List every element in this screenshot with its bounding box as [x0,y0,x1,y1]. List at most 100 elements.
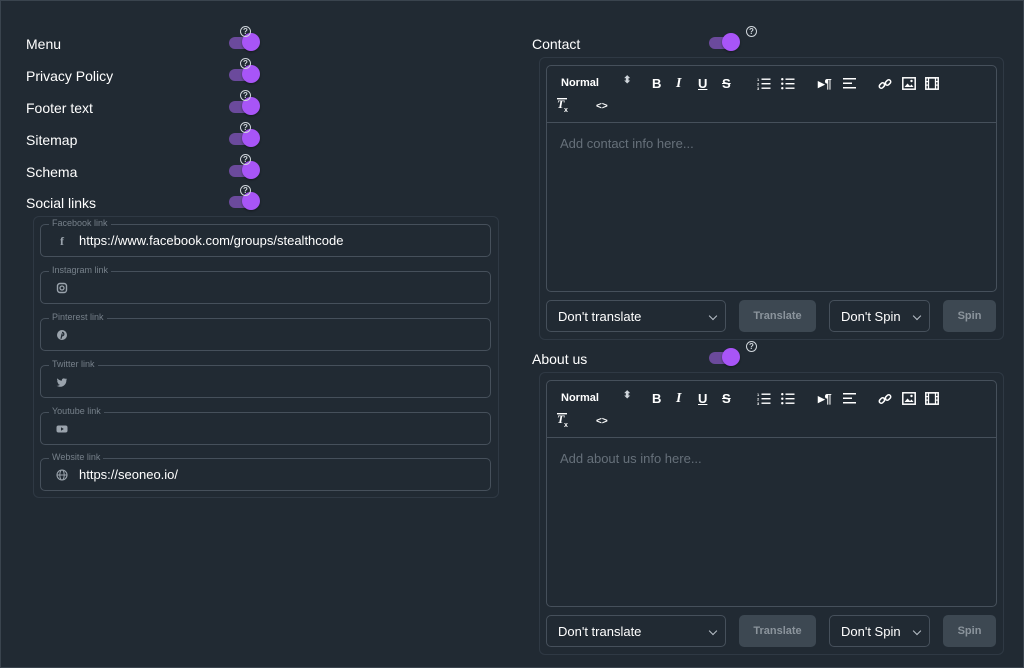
about-us-editor-toolbar: Normal ⬍ B I U S 123 ▸¶ Tx <> [547,381,996,438]
website-link-input[interactable] [79,459,479,490]
about-us-translate-select-value: Don't translate [558,624,642,639]
about-us-label: About us [532,351,588,367]
rtl-glyph: ¶ [824,391,832,406]
schema-label: Schema [26,164,78,180]
chevron-down-icon [912,311,922,321]
social-links-label: Social links [26,195,97,211]
underline-button[interactable]: U [698,391,707,406]
sitemap-label: Sitemap [26,132,78,148]
contact-placeholder: Add contact info here... [560,136,694,151]
instagram-link-field[interactable]: Instagram link [40,265,491,304]
facebook-link-field[interactable]: Facebook link f [40,218,491,257]
align-left-icon[interactable] [843,392,856,408]
contact-label: Contact [532,36,581,52]
about-us-editor[interactable]: Normal ⬍ B I U S 123 ▸¶ Tx <> Add about … [546,380,997,607]
link-icon[interactable] [878,77,892,94]
italic-button[interactable]: I [676,76,681,92]
contact-translate-select[interactable]: Don't translate [546,300,726,332]
help-icon[interactable]: ? [240,26,251,37]
youtube-icon [56,423,68,435]
footer-text-toggle-row: Footer text ? [26,90,260,120]
help-icon[interactable]: ? [240,185,251,196]
website-link-field[interactable]: Website link [40,452,491,491]
globe-icon [56,469,68,481]
pinterest-link-input[interactable] [79,319,479,350]
video-icon[interactable] [925,392,939,408]
chevron-down-icon [708,311,718,321]
italic-button[interactable]: I [676,391,681,407]
code-button[interactable]: <> [596,416,608,427]
youtube-link-field[interactable]: Youtube link [40,406,491,445]
svg-text:x: x [564,422,568,428]
pinterest-link-field[interactable]: Pinterest link [40,312,491,351]
about-us-spin-select-value: Don't Spin [841,624,901,639]
clear-format-icon[interactable]: Tx [557,412,571,431]
contact-spin-select-value: Don't Spin [841,309,901,324]
contact-editor-toolbar: Normal ⬍ B I U S 123 ▸¶ Tx <> [547,66,996,123]
help-icon[interactable]: ? [240,154,251,165]
about-us-spin-select[interactable]: Don't Spin [829,615,930,647]
bold-button[interactable]: B [652,76,661,91]
strike-button[interactable]: S [722,76,731,91]
ordered-list-icon[interactable]: 123 [757,77,771,93]
chevron-down-icon [708,626,718,636]
instagram-icon [56,282,68,294]
svg-text:x: x [564,107,568,113]
instagram-link-input[interactable] [79,272,479,303]
contact-editor[interactable]: Normal ⬍ B I U S 123 ▸¶ Tx <> Add contac… [546,65,997,292]
align-left-icon[interactable] [843,77,856,93]
about-us-placeholder: Add about us info here... [560,451,702,466]
footer-text-label: Footer text [26,100,93,116]
help-icon[interactable]: ? [240,122,251,133]
social-links-toggle-row: Social links ? [26,185,260,215]
help-icon[interactable]: ? [240,58,251,69]
ordered-list-icon[interactable]: 123 [757,392,771,408]
twitter-icon [56,376,68,388]
code-button[interactable]: <> [596,101,608,112]
youtube-link-input[interactable] [79,413,479,444]
toggle-knob [722,33,740,51]
help-icon[interactable]: ? [746,26,757,37]
contact-spin-button[interactable]: Spin [943,300,996,332]
menu-label: Menu [26,36,62,52]
contact-toggle[interactable] [707,32,741,52]
underline-button[interactable]: U [698,76,707,91]
menu-toggle-row: Menu ? [26,26,260,56]
help-icon[interactable]: ? [746,341,757,352]
svg-text:3: 3 [757,401,760,405]
about-us-toggle-row: About us ? [532,341,762,371]
strike-button[interactable]: S [722,391,731,406]
toggle-knob [722,348,740,366]
contact-translate-select-value: Don't translate [558,309,642,324]
bold-button[interactable]: B [652,391,661,406]
about-us-translate-button[interactable]: Translate [739,615,816,647]
contact-translate-button[interactable]: Translate [739,300,816,332]
about-us-translate-select[interactable]: Don't translate [546,615,726,647]
video-icon[interactable] [925,77,939,93]
facebook-link-input[interactable] [79,225,479,256]
twitter-link-input[interactable] [79,366,479,397]
bullet-list-icon[interactable] [781,392,795,408]
privacy-policy-toggle-row: Privacy Policy ? [26,58,260,88]
pinterest-icon [56,329,68,341]
rtl-icon[interactable]: ▸¶ [818,391,832,407]
about-us-toggle[interactable] [707,347,741,367]
bullet-list-icon[interactable] [781,77,795,93]
contact-toggle-row: Contact ? [532,26,762,56]
image-icon[interactable] [902,392,916,408]
privacy-policy-label: Privacy Policy [26,68,114,84]
clear-format-icon[interactable]: Tx [557,97,571,116]
svg-text:3: 3 [757,86,760,90]
contact-spin-select[interactable]: Don't Spin [829,300,930,332]
about-us-spin-button[interactable]: Spin [943,615,996,647]
sitemap-toggle-row: Sitemap ? [26,122,260,152]
schema-toggle-row: Schema ? [26,154,260,184]
link-icon[interactable] [878,392,892,409]
format-select[interactable]: Normal [561,77,599,89]
image-icon[interactable] [902,77,916,93]
rtl-icon[interactable]: ▸¶ [818,76,832,92]
twitter-link-field[interactable]: Twitter link [40,359,491,398]
help-icon[interactable]: ? [240,90,251,101]
format-select[interactable]: Normal [561,392,599,404]
facebook-icon: f [60,234,64,248]
